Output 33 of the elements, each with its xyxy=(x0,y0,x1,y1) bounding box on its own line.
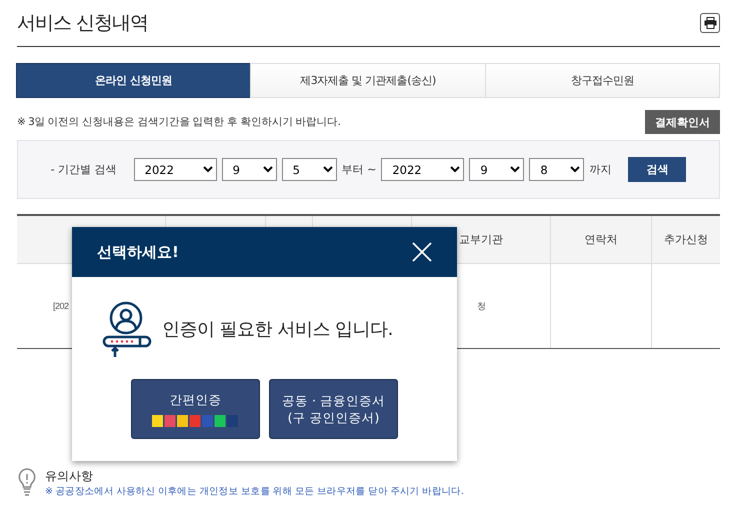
date-select[interactable]: 8 xyxy=(529,158,584,181)
date-select[interactable]: 2022 xyxy=(381,158,464,181)
page-title: 서비스 신청내역 xyxy=(17,11,148,36)
column-header: 추가신청 xyxy=(651,216,720,264)
provider-logos-icon xyxy=(152,414,240,427)
user-login-icon xyxy=(100,301,152,357)
date-select[interactable]: 9 xyxy=(222,158,277,181)
simple-auth-button[interactable]: 간편인증 xyxy=(131,379,260,439)
tab[interactable]: 제3자제출 및 기관제출(송신) xyxy=(250,63,486,98)
search-label: - 기간별 검색 xyxy=(50,162,117,177)
date-select[interactable]: 2022 xyxy=(134,158,217,181)
dialog-message: 인증이 필요한 서비스 입니다. xyxy=(162,318,393,341)
notice-text: ※ 3일 이전의 신청내용은 검색기간을 입력한 후 확인하시기 바랍니다. xyxy=(17,115,341,129)
close-icon xyxy=(411,241,433,263)
caution-text: ※ 공공장소에서 사용하신 이후에는 개인정보 보호를 위해 모든 브라우저를 닫아 주시기 바랍니다. xyxy=(45,485,464,498)
dialog-title: 선택하세요! xyxy=(97,242,179,262)
printer-icon xyxy=(704,17,716,29)
print-button[interactable] xyxy=(700,13,720,33)
caution-title: 유의사항 xyxy=(45,468,94,485)
from-text: 부터 ~ xyxy=(342,162,376,177)
until-text: 까지 xyxy=(589,162,612,177)
search-button[interactable]: 검색 xyxy=(628,157,686,182)
tab[interactable]: 창구접수민원 xyxy=(484,63,720,98)
table-cell: [202 xyxy=(53,301,69,311)
close-button[interactable] xyxy=(411,241,433,263)
date-select[interactable]: 5 xyxy=(282,158,337,181)
tab[interactable]: 온라인 신청민원 xyxy=(16,63,252,98)
date-select[interactable]: 9 xyxy=(469,158,524,181)
certificate-button[interactable]: 공동 · 금융인증서 (구 공인인증서) xyxy=(269,379,398,439)
column-header: 연락처 xyxy=(550,216,651,264)
receipt-button[interactable]: 결제확인서 xyxy=(645,110,720,134)
table-cell: 청 xyxy=(476,300,486,312)
lightbulb-icon xyxy=(17,468,37,496)
